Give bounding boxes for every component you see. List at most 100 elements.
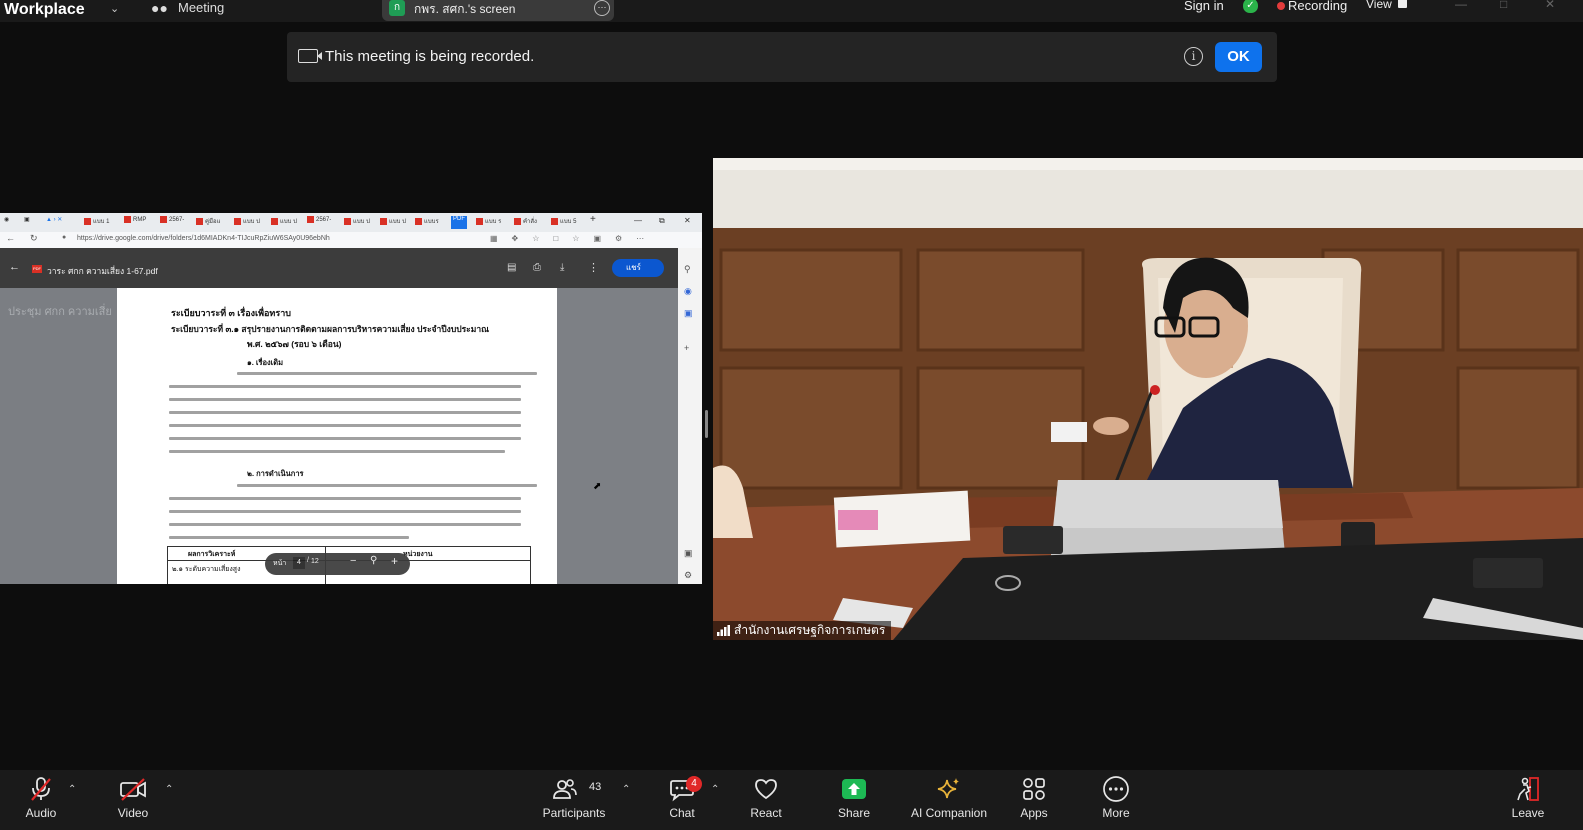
screen-icon[interactable]: ▣	[684, 548, 693, 559]
meeting-menu[interactable]: Meeting	[178, 0, 224, 15]
pdf-overlay-left	[0, 288, 117, 584]
drive-tab-icon[interactable]: ▲ › ✕	[46, 216, 62, 229]
video-off-icon	[120, 778, 146, 801]
add-comment-icon[interactable]: ▤	[507, 262, 516, 273]
pdf-page-controls: หน้า 4 / 12 − ⚲ +	[265, 553, 410, 575]
pdf-text-line	[169, 385, 521, 388]
pdf-text-line	[169, 523, 521, 526]
pdf-page[interactable]: ระเบียบวาระที่ ๓ เรื่องเพื่อทราบ ระเบียบ…	[117, 288, 557, 584]
share-icon	[842, 779, 866, 799]
browser-tab[interactable]: คำสั่ง	[514, 216, 537, 229]
browser-tab[interactable]: RMP	[124, 216, 146, 229]
participant-name-tag: สำนักงานเศรษฐกิจการเกษตร	[713, 621, 892, 640]
browser-tab[interactable]: แบบ ร	[476, 216, 501, 229]
signal-strength-icon	[717, 625, 730, 636]
chevron-up-icon[interactable]: ⌃	[622, 784, 630, 795]
tab-list-icon[interactable]: ▣	[24, 216, 30, 229]
browser-tab[interactable]: คู่มือแ	[196, 216, 220, 229]
app-title[interactable]: Workplace	[4, 1, 85, 19]
url-field[interactable]: https://drive.google.com/drive/folders/1…	[77, 235, 330, 242]
mic-muted-icon	[31, 777, 51, 801]
reload-icon[interactable]: ↻	[30, 233, 38, 244]
pdf-heading: ระเบียบวาระที่ ๓.๑ สรุปรายงานการติดตามผล…	[171, 324, 490, 334]
table-header: ผลการวิเคราะห์	[188, 551, 236, 558]
browser-tab[interactable]: แบบ 5	[551, 216, 577, 229]
apps-button[interactable]: Apps	[1014, 774, 1054, 820]
back-icon[interactable]: ←	[6, 233, 15, 243]
lock-icon[interactable]: ●	[62, 234, 66, 241]
chevron-up-icon[interactable]: ⌃	[165, 784, 173, 795]
browser-tab[interactable]: แบบ ป	[234, 216, 260, 229]
outlook-icon[interactable]: ▣	[684, 308, 693, 319]
video-button[interactable]: Video	[107, 774, 159, 820]
leave-button[interactable]: Leave	[1508, 774, 1548, 820]
shared-screen-view[interactable]: ◉ ▣ ▲ › ✕ แบบ 1 RMP 2567- คู่มือแ แบบ ป …	[0, 213, 702, 584]
address-bar-actions[interactable]: ▦✥☆□☆▣⚙⋯	[490, 234, 658, 243]
apps-icon	[1023, 778, 1045, 800]
browser-tab[interactable]: 2567-	[160, 216, 184, 229]
browser-sidebar: ⚲ ◉ ▣ + ▣ ⚙	[678, 248, 702, 584]
print-icon[interactable]: ⎙	[533, 262, 541, 273]
address-bar: ← ↻ ● https://drive.google.com/drive/fol…	[0, 232, 702, 249]
chevron-up-icon[interactable]: ⌃	[711, 784, 719, 795]
more-vertical-icon[interactable]: ⋮	[588, 261, 599, 274]
presenter-avatar: ก	[389, 0, 405, 16]
pdf-section-title: ๑. เรื่องเดิม	[247, 358, 284, 367]
search-icon[interactable]: ⚲	[684, 264, 691, 275]
browser-tab[interactable]: แบบ ป	[271, 216, 297, 229]
browser-tab[interactable]: 2567-	[307, 216, 331, 229]
zoom-in-icon[interactable]: +	[391, 554, 398, 568]
browser-tab[interactable]: PDF	[451, 216, 467, 229]
page-total: 12	[311, 558, 319, 565]
close-icon[interactable]: ✕	[684, 216, 691, 229]
apps-label: Apps	[1020, 806, 1048, 820]
browser-profile-icon[interactable]: ◉	[4, 216, 9, 229]
audio-button[interactable]: Audio	[14, 774, 68, 820]
info-icon[interactable]: i	[1184, 47, 1203, 66]
shield-check-icon[interactable]: ✓	[1243, 0, 1258, 13]
zoom-icon[interactable]: ⚲	[370, 555, 377, 566]
view-button[interactable]: View	[1366, 0, 1392, 11]
minimize-icon[interactable]: —	[1455, 0, 1467, 11]
minimize-icon[interactable]: —	[634, 216, 642, 229]
pdf-text-line	[169, 510, 521, 513]
pdf-share-button[interactable]: แชร์	[612, 259, 664, 277]
participants-icon	[553, 779, 577, 799]
back-arrow-icon[interactable]: ←	[9, 261, 20, 273]
close-icon[interactable]: ✕	[1545, 0, 1555, 11]
pdf-text-line	[237, 484, 537, 487]
download-icon[interactable]: ⤓	[560, 262, 564, 273]
sign-in-button[interactable]: Sign in	[1184, 0, 1224, 13]
browser-tab[interactable]: แบบ 1	[84, 216, 110, 229]
restore-icon[interactable]: ⧉	[659, 216, 665, 229]
zoom-out-icon[interactable]: −	[350, 555, 356, 567]
share-button[interactable]: Share	[834, 774, 874, 820]
chevron-up-icon[interactable]: ⌃	[68, 784, 76, 795]
chevron-down-icon[interactable]: ⌄	[110, 2, 119, 15]
browser-tab[interactable]: แบบร	[415, 216, 439, 229]
record-dot-icon	[1277, 2, 1285, 10]
browser-tab[interactable]: แบบ ป	[344, 216, 370, 229]
add-icon[interactable]: +	[684, 343, 689, 353]
new-tab-icon[interactable]: +	[590, 214, 596, 227]
extension-icon[interactable]: ◉	[684, 286, 692, 297]
more-label: More	[1102, 806, 1130, 820]
pdf-text-line	[169, 398, 521, 401]
ai-companion-button[interactable]: AI Companion	[907, 774, 991, 820]
page-number-input[interactable]: 4	[293, 557, 305, 569]
view-icon[interactable]	[1398, 0, 1407, 8]
settings-gear-icon[interactable]: ⚙	[684, 570, 692, 581]
more-button[interactable]: More	[1096, 774, 1136, 820]
more-icon[interactable]: ⋯	[594, 0, 610, 16]
split-view-handle[interactable]	[705, 410, 708, 438]
recording-indicator[interactable]: Recording	[1288, 0, 1347, 13]
ok-button[interactable]: OK	[1215, 42, 1262, 72]
maximize-icon[interactable]: □	[1500, 0, 1507, 11]
speaker-video[interactable]: สำนักงานเศรษฐกิจการเกษตร	[713, 158, 1583, 640]
pdf-text-line	[169, 411, 521, 414]
participants-count: 43	[589, 781, 602, 793]
browser-tab[interactable]: แบบ ป	[380, 216, 406, 229]
people-icon[interactable]: ●●	[151, 0, 168, 16]
react-button[interactable]: React	[746, 774, 786, 820]
chat-unread-badge: 4	[686, 776, 702, 792]
